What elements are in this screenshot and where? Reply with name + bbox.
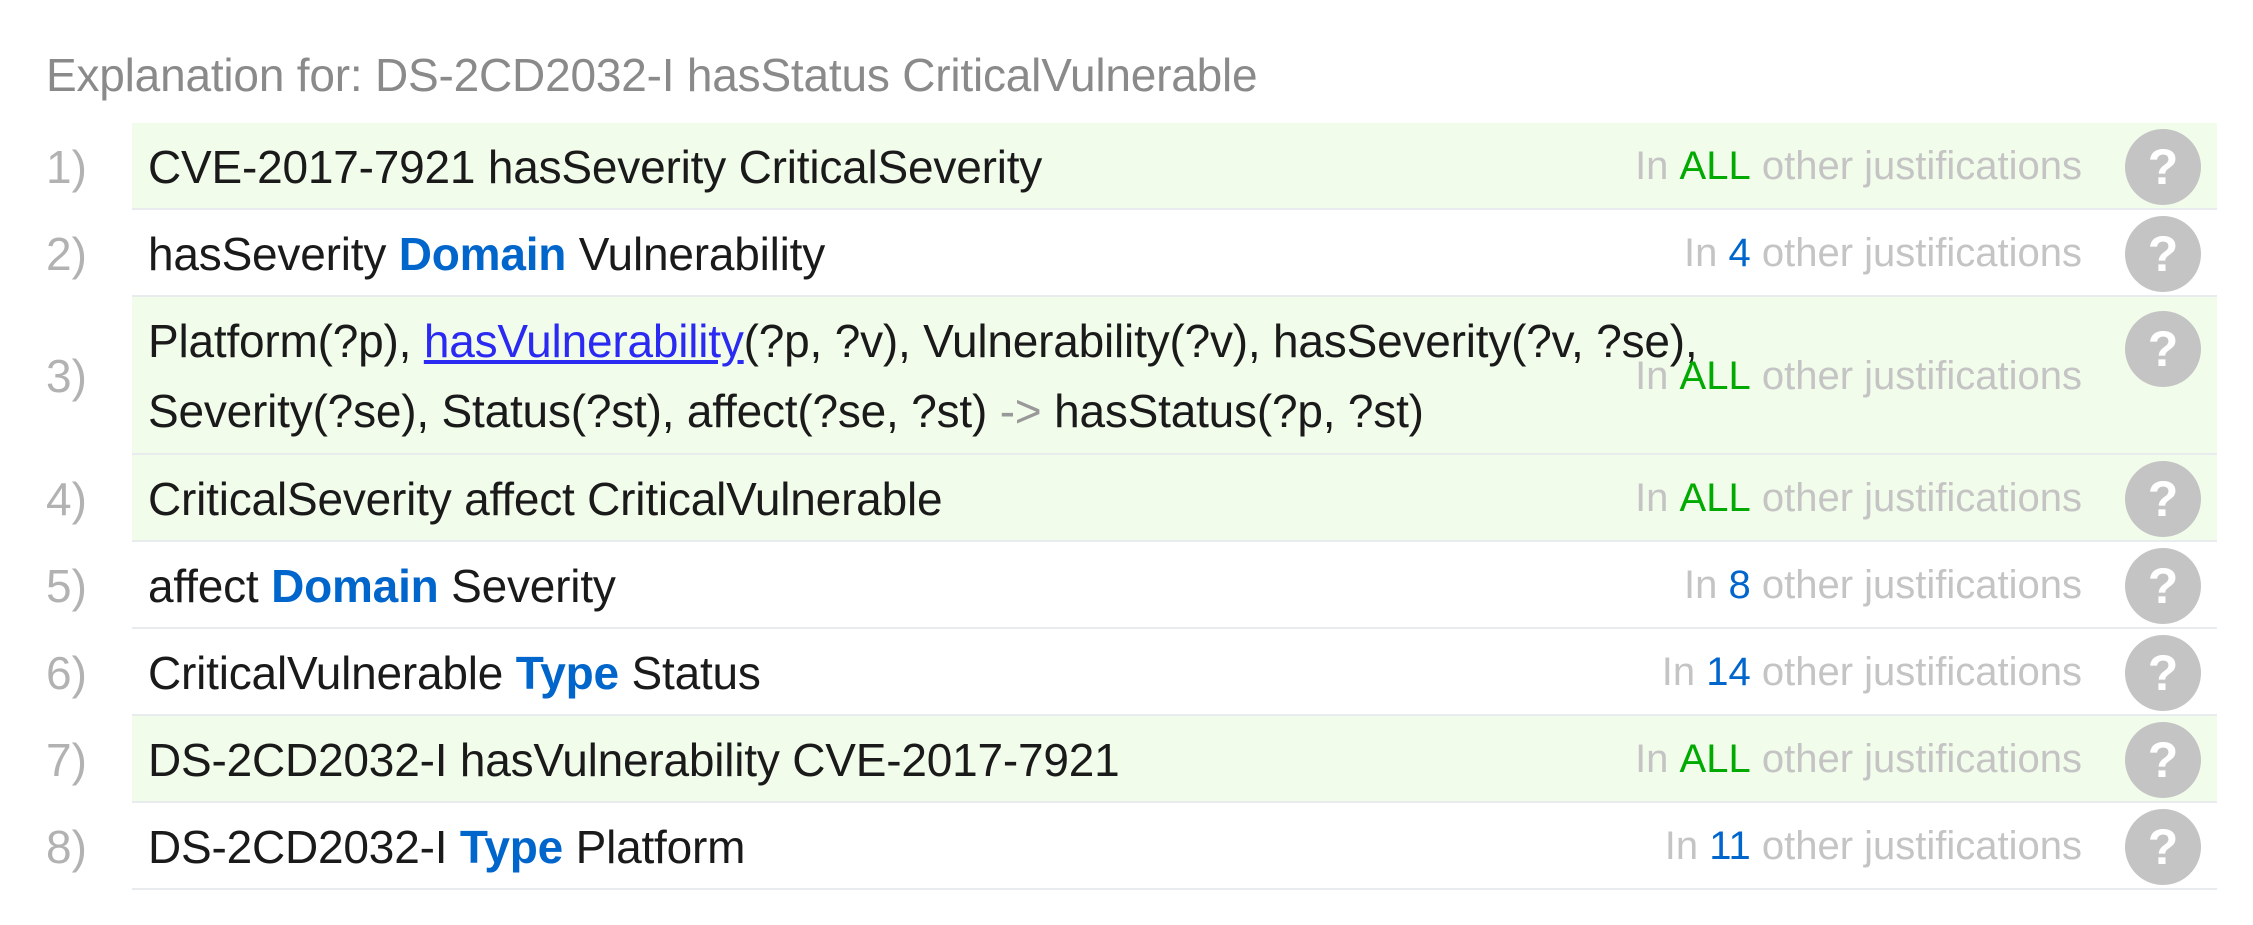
axiom-row-1: 1) CVE-2017-7921 hasSeverity CriticalSev… [0,123,2253,210]
count-value: 11 [1709,824,1751,868]
justification-suffix: other justifications [1761,231,2082,275]
help-icon[interactable]: ? [2125,721,2201,798]
axiom-text: CriticalVulnerable Type Status [148,629,1733,716]
axiom-part: Vulnerability [566,227,826,280]
rule-line-1: Platform(?p), hasVulnerability(?p, ?v), … [148,306,1698,376]
axiom-keyword: Domain [271,559,439,612]
axiom-part: Status [618,646,761,699]
justification-prefix: In [1664,824,1699,868]
axiom-part: Platform(?p), [148,315,424,367]
row-number: 7) [46,733,87,786]
axiom-part: (?p, ?v), Vulnerability(?v), hasSeverity… [743,315,1698,367]
axiom-row-7: 7) DS-2CD2032-I hasVulnerability CVE-201… [0,716,2253,803]
axiom-part: CriticalVulnerable [148,646,516,699]
justification-count: In ALL other justifications [1635,123,2082,210]
justification-prefix: In [1635,476,1669,520]
count-value: ALL [1679,353,1751,398]
axiom-row-4: 4) CriticalSeverity affect CriticalVulne… [0,455,2253,542]
help-icon[interactable]: ? [2125,215,2201,292]
axiom-row-3: 3) Platform(?p), hasVulnerability(?p, ?v… [0,297,2253,455]
justification-count: In 14 other justifications [1662,629,2082,716]
justification-suffix: other justifications [1761,144,2082,188]
axiom-text: CVE-2017-7921 hasSeverity CriticalSeveri… [148,123,1733,210]
axiom-text: DS-2CD2032-I Type Platform [148,803,1733,890]
axiom-part: Severity(?se), Status(?st), affect(?se, … [148,385,1000,437]
axiom-keyword: Type [515,646,619,699]
justification-count: In 8 other justifications [1684,542,2082,629]
justification-count: In ALL other justifications [1635,455,2082,542]
row-number: 2) [46,227,87,280]
justification-suffix: other justifications [1761,563,2082,607]
count-value: 14 [1706,650,1751,694]
axiom-part: hasStatus(?p, ?st) [1041,385,1424,437]
axiom-text: hasSeverity Domain Vulnerability [148,210,1733,297]
justification-count: In 11 other justifications [1665,803,2082,890]
help-icon[interactable]: ? [2125,460,2201,537]
justification-count: In ALL other justifications [1635,716,2082,803]
justification-suffix: other justifications [1761,737,2082,781]
help-icon[interactable]: ? [2125,128,2201,205]
count-value: 4 [1728,231,1751,275]
help-icon[interactable]: ? [2125,311,2201,387]
justification-list: 1) CVE-2017-7921 hasSeverity CriticalSev… [0,123,2253,890]
help-icon[interactable]: ? [2125,547,2201,624]
explanation-title: Explanation for: DS-2CD2032-I hasStatus … [46,49,1258,101]
count-value: 8 [1728,563,1751,607]
axiom-part: hasSeverity [148,227,399,280]
justification-suffix: other justifications [1761,650,2082,694]
row-number: 3) [46,350,87,402]
justification-count: In ALL other justifications [1635,297,2082,455]
has-vulnerability-link[interactable]: hasVulnerability [424,315,744,367]
justification-prefix: In [1683,563,1718,607]
axiom-text: Platform(?p), hasVulnerability(?p, ?v), … [148,297,1698,455]
help-icon[interactable]: ? [2125,634,2201,711]
axiom-part: DS-2CD2032-I [148,820,460,873]
row-number: 6) [46,646,87,699]
justification-prefix: In [1661,650,1696,694]
count-value: ALL [1679,737,1751,781]
justification-prefix: In [1683,231,1718,275]
rule-arrow: -> [999,385,1042,437]
help-icon[interactable]: ? [2125,808,2201,885]
axiom-text: affect Domain Severity [148,542,1733,629]
axiom-part: DS-2CD2032-I hasVulnerability CVE-2017-7… [148,733,1120,786]
count-value: ALL [1679,476,1751,520]
axiom-text: CriticalSeverity affect CriticalVulnerab… [148,455,1733,542]
axiom-part: Platform [563,820,746,873]
axiom-part: Severity [438,559,616,612]
justification-prefix: In [1635,737,1669,781]
justification-count: In 4 other justifications [1684,210,2082,297]
axiom-keyword: Domain [398,227,567,280]
axiom-part: CriticalSeverity affect CriticalVulnerab… [148,472,943,525]
axiom-text: DS-2CD2032-I hasVulnerability CVE-2017-7… [148,716,1733,803]
axiom-part: CVE-2017-7921 hasSeverity CriticalSeveri… [148,140,1043,193]
justification-suffix: other justifications [1761,353,2082,398]
axiom-keyword: Type [459,820,564,873]
axiom-row-8: 8) DS-2CD2032-I Type Platform In 11 othe… [0,803,2253,890]
justification-suffix: other justifications [1761,476,2082,520]
axiom-row-2: 2) hasSeverity Domain Vulnerability In 4… [0,210,2253,297]
row-number: 5) [46,559,87,612]
justification-suffix: other justifications [1761,824,2082,868]
axiom-row-5: 5) affect Domain Severity In 8 other jus… [0,542,2253,629]
row-number: 4) [46,472,87,525]
justification-prefix: In [1635,353,1669,398]
axiom-row-6: 6) CriticalVulnerable Type Status In 14 … [0,629,2253,716]
justification-prefix: In [1635,144,1669,188]
count-value: ALL [1679,144,1751,188]
rule-line-2: Severity(?se), Status(?st), affect(?se, … [148,376,1697,446]
row-number: 1) [46,140,87,193]
row-number: 8) [46,820,87,873]
axiom-part: affect [148,559,272,612]
